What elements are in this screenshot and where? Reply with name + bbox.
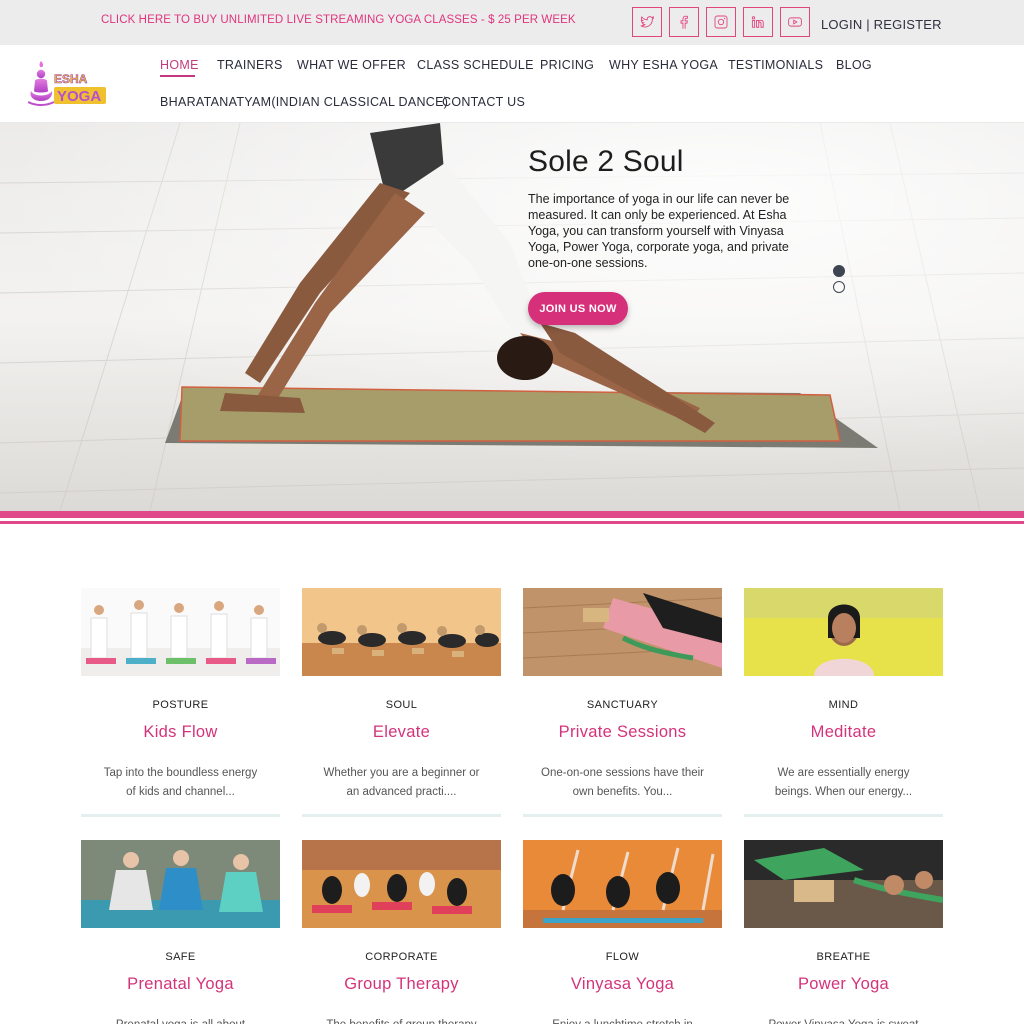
card-title[interactable]: Private Sessions — [523, 723, 722, 742]
divider-stripe-thin — [0, 521, 1024, 524]
nav-pricing[interactable]: PRICING — [540, 58, 594, 72]
login-link[interactable]: LOGIN — [821, 17, 862, 32]
promo-link[interactable]: CLICK HERE TO BUY UNLIMITED LIVE STREAMI… — [101, 14, 576, 26]
card-image-power-yoga — [744, 840, 944, 928]
service-card[interactable]: POSTURE Kids Flow Tap into the boundless… — [81, 588, 280, 817]
svg-text:YOGA: YOGA — [57, 88, 101, 105]
site-header: ESHA YOGA HOME TRAINERS WHAT WE OFFER CL… — [0, 45, 1024, 123]
service-card[interactable]: SANCTUARY Private Sessions One-on-one se… — [522, 588, 723, 817]
service-card[interactable]: CORPORATE Group Therapy The benefits of … — [302, 840, 501, 1024]
join-us-button[interactable]: JOIN US NOW — [528, 292, 628, 325]
hero-image — [0, 123, 1024, 511]
linkedin-icon[interactable] — [743, 7, 773, 37]
card-title[interactable]: Elevate — [302, 723, 501, 742]
card-title[interactable]: Prenatal Yoga — [81, 975, 280, 994]
auth-separator: | — [862, 17, 874, 32]
nav-class-schedule[interactable]: CLASS SCHEDULE — [417, 58, 534, 72]
card-image-private-sessions — [522, 588, 723, 676]
nav-contact-us[interactable]: CONTACT US — [442, 95, 525, 109]
card-category: SAFE — [165, 951, 196, 963]
slider-dot-1[interactable] — [833, 265, 845, 277]
card-image-elevate — [302, 588, 501, 676]
nav-bharatanatyam[interactable]: BHARATANATYAM(INDIAN CLASSICAL DANCE) — [160, 95, 448, 109]
card-category: FLOW — [605, 951, 640, 963]
card-image-kids-flow — [81, 588, 280, 676]
slider-dot-2[interactable] — [833, 281, 845, 293]
top-bar: CLICK HERE TO BUY UNLIMITED LIVE STREAMI… — [0, 0, 1024, 45]
card-image-group-therapy — [302, 840, 501, 928]
card-description: Enjoy a lunchtime stretch in — [523, 1016, 722, 1024]
hero-title: Sole 2 Soul — [528, 145, 684, 178]
card-title[interactable]: Group Therapy — [302, 975, 501, 994]
card-category: CORPORATE — [365, 951, 438, 963]
card-divider — [523, 814, 722, 817]
card-category: BREATHE — [816, 951, 871, 963]
youtube-icon[interactable] — [780, 7, 810, 37]
card-title[interactable]: Power Yoga — [744, 975, 943, 994]
nav-testimonials[interactable]: TESTIMONIALS — [728, 58, 823, 72]
card-title[interactable]: Kids Flow — [81, 723, 280, 742]
card-category: SOUL — [385, 699, 418, 711]
hero-text: Sole 2 Soul The importance of yoga in ou… — [528, 145, 808, 271]
hero-description: The importance of yoga in our life can n… — [528, 192, 790, 270]
service-card[interactable]: SAFE Prenatal Yoga Prenatal yoga is all … — [81, 840, 280, 1024]
card-divider — [81, 814, 280, 817]
card-category: MIND — [828, 699, 859, 711]
nav-trainers[interactable]: TRAINERS — [217, 58, 283, 72]
nav-blog[interactable]: BLOG — [836, 58, 872, 72]
card-title[interactable]: Vinyasa Yoga — [523, 975, 722, 994]
twitter-icon[interactable] — [632, 7, 662, 37]
svg-text:ESHA: ESHA — [54, 72, 88, 86]
card-image-vinyasa-yoga — [523, 840, 722, 928]
nav-active-underline — [160, 75, 195, 77]
card-description: The benefits of group therapy — [302, 1016, 501, 1024]
card-description: Whether you are a beginner or an advance… — [323, 767, 480, 798]
card-description: Tap into the boundless energy of kids an… — [103, 767, 258, 798]
nav-why-esha-yoga[interactable]: WHY ESHA YOGA — [609, 58, 718, 72]
card-description: One-on-one sessions have their own benef… — [541, 767, 705, 798]
card-title[interactable]: Meditate — [744, 723, 943, 742]
register-link[interactable]: REGISTER — [874, 17, 942, 32]
social-links — [632, 7, 810, 37]
service-card[interactable]: BREATHE Power Yoga Power Vinyasa Yoga is… — [744, 840, 944, 1024]
card-description: Prenatal yoga is all about — [81, 1016, 280, 1024]
card-divider — [302, 814, 501, 817]
auth-links: LOGIN | REGISTER — [821, 17, 942, 32]
service-card[interactable]: FLOW Vinyasa Yoga Enjoy a lunchtime stre… — [523, 840, 722, 1024]
service-card[interactable]: MIND Meditate We are essentially energy … — [744, 588, 943, 817]
facebook-icon[interactable] — [669, 7, 699, 37]
card-description: We are essentially energy beings. When o… — [774, 767, 913, 798]
card-divider — [744, 814, 943, 817]
nav-home[interactable]: HOME — [160, 58, 199, 72]
card-category: POSTURE — [152, 699, 209, 711]
esha-yoga-logo[interactable]: ESHA YOGA — [28, 57, 110, 113]
service-card[interactable]: SOUL Elevate Whether you are a beginner … — [302, 588, 501, 817]
card-image-prenatal-yoga — [81, 840, 280, 928]
instagram-icon[interactable] — [706, 7, 736, 37]
divider-stripe — [0, 511, 1024, 518]
hero-slider: Sole 2 Soul The importance of yoga in ou… — [0, 123, 1024, 511]
card-description: Power Vinyasa Yoga is sweat — [744, 1016, 943, 1024]
card-image-meditate — [744, 588, 943, 676]
nav-what-we-offer[interactable]: WHAT WE OFFER — [297, 58, 406, 72]
card-category: SANCTUARY — [586, 699, 659, 711]
